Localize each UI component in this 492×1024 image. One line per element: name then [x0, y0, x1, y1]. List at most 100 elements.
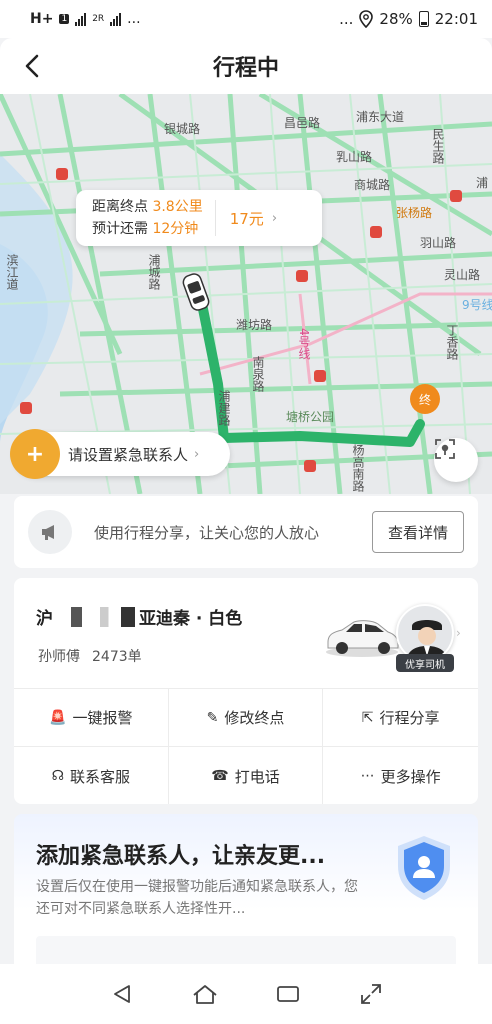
network-type: H+: [30, 11, 54, 27]
status-dots-left: ...: [127, 11, 141, 27]
edit-destination-label: 修改终点: [224, 709, 285, 727]
trip-share-text: 使用行程分享，让关心您的人放心: [94, 523, 320, 542]
driver-name: 孙师傅: [38, 649, 80, 665]
home-icon: [192, 985, 217, 1004]
view-details-button[interactable]: 查看详情: [372, 511, 464, 553]
sim2-label: 2R: [92, 14, 105, 24]
shield-plus-icon: +: [10, 429, 60, 479]
destination-marker: 终: [410, 384, 440, 414]
status-right: ... 28% 22:01: [339, 10, 478, 28]
shield-user-icon: [398, 836, 450, 900]
map-label-nanquan: 南泉路: [251, 356, 265, 392]
car-image: [326, 620, 399, 657]
back-button[interactable]: [14, 50, 50, 82]
distance-prefix: 距离终点: [92, 199, 148, 215]
driver-info: 孙师傅 2473单: [38, 646, 142, 666]
triangle-back-icon: [113, 985, 130, 1003]
vehicle-info[interactable]: 沪 亚迪秦 · 白色: [36, 604, 242, 629]
signal-icon-2: [110, 12, 122, 26]
nav-recents-button[interactable]: [268, 974, 308, 1014]
map-label-minshenglu: 民生路: [431, 128, 445, 164]
map-label-bin: 滨江道: [5, 254, 19, 290]
map-label-line9: 9号线: [462, 298, 492, 312]
info-divider: [214, 200, 216, 236]
plate-redacted: [57, 606, 135, 627]
trip-share-label: 行程分享: [379, 709, 440, 727]
time-value: 12分钟: [152, 221, 199, 237]
pencil-icon: ✎: [206, 709, 219, 726]
emergency-contact-card: 添加紧急联系人，让亲友更... 设置后仅在使用一键报警功能后通知紧急联系人，您还…: [14, 814, 478, 974]
map-label-yanggao: 杨高南路: [351, 444, 365, 492]
trip-share-banner: 使用行程分享，让关心您的人放心 查看详情: [14, 496, 478, 568]
call-label: 打电话: [234, 767, 280, 786]
sim1-label: 1: [59, 14, 70, 24]
alarm-button[interactable]: 🚨 一键报警: [14, 689, 169, 747]
alarm-label: 一键报警: [72, 709, 133, 727]
plate-prefix: 沪: [36, 609, 53, 629]
distance-row: 距离终点 3.8公里: [92, 196, 203, 218]
chevron-right-icon: ›: [456, 626, 461, 640]
phone-icon: ☎: [211, 768, 229, 784]
signal-icon: [75, 12, 87, 26]
battery-percent: 28%: [379, 10, 413, 28]
page-title: 行程中: [212, 56, 279, 81]
customer-service-label: 联系客服: [70, 767, 131, 786]
map-view[interactable]: 银城路 昌邑路 浦东大道 民生路 乳山路 商城路 张杨路 羽山路 灵山路 9号线…: [0, 94, 492, 494]
chevron-right-icon: ›: [271, 210, 278, 226]
alarm-icon: 🚨: [49, 709, 67, 726]
status-bar: H+ 1 2R ... ... 28% 22:01: [0, 0, 492, 38]
contact-card-desc: 设置后仅在使用一键报警功能后通知紧急联系人，您还可对不同紧急联系人选择性开...: [36, 879, 358, 917]
map-label-changyilu: 昌邑路: [284, 116, 321, 130]
map-label-lingshan: 灵山路: [444, 268, 481, 282]
more-actions-button[interactable]: ⋯ 更多操作: [323, 747, 478, 804]
vehicle-model: 亚迪秦 · 白色: [139, 609, 243, 629]
emergency-contact-pill[interactable]: + 请设置紧急联系人 ›: [10, 429, 230, 479]
recents-icon: [276, 986, 299, 1002]
more-actions-label: 更多操作: [380, 767, 441, 786]
chevron-right-icon: ›: [194, 446, 200, 462]
customer-service-button[interactable]: ☊ 联系客服: [14, 747, 169, 804]
page-header: 行程中: [0, 38, 492, 94]
call-button[interactable]: ☎ 打电话: [169, 747, 324, 804]
map-label-pudongdadao: 浦东大道: [356, 110, 405, 124]
map-label-pucheng: 浦城路: [147, 254, 161, 290]
trip-share-button[interactable]: ⇱ 行程分享: [323, 689, 478, 747]
map-label-zhangyanglu: 张杨路: [396, 206, 433, 220]
battery-icon: [418, 11, 429, 27]
edit-destination-button[interactable]: ✎ 修改终点: [168, 689, 324, 747]
share-icon: ⇱: [361, 709, 374, 726]
clock: 22:01: [434, 10, 478, 28]
locate-icon: [435, 439, 455, 459]
map-label-weifanglu: 潍坊路: [236, 318, 273, 332]
time-prefix: 预计还需: [92, 221, 148, 237]
map-label-shangchenglu: 商城路: [354, 178, 391, 192]
trip-info-bubble[interactable]: 距离终点 3.8公里 预计还需 12分钟 17元 ›: [76, 190, 322, 246]
contact-card-title: 添加紧急联系人，让亲友更...: [36, 844, 326, 869]
driver-badge: 优享司机: [396, 654, 454, 672]
location-icon: [359, 10, 374, 28]
nav-back-button[interactable]: [102, 974, 142, 1014]
map-label-dingxiang: 丁香路: [445, 324, 459, 360]
locate-button[interactable]: [434, 438, 478, 482]
action-grid: 🚨 一键报警 ✎ 修改终点 ⇱ 行程分享 ☊ 联系客服 ☎ 打电话 ⋯ 更多操作: [14, 688, 478, 804]
map-label-rushanlu: 乳山路: [336, 150, 373, 164]
expand-icon: [360, 984, 381, 1004]
map-label-line4: 4号线: [297, 328, 311, 360]
time-row: 预计还需 12分钟: [92, 218, 203, 240]
map-label-pujian: 浦建路: [217, 390, 231, 426]
status-dots-right: ...: [339, 10, 354, 28]
driver-orders: 2473单: [92, 649, 142, 665]
distance-value: 3.8公里: [152, 199, 203, 215]
nav-home-button[interactable]: [185, 974, 225, 1014]
more-icon: ⋯: [360, 768, 375, 784]
chevron-left-icon: [25, 54, 39, 78]
system-nav-bar: [0, 964, 492, 1024]
nav-expand-button[interactable]: [351, 974, 391, 1014]
emergency-contact-label: 请设置紧急联系人: [68, 445, 189, 464]
headset-icon: ☊: [51, 768, 65, 784]
status-left: H+ 1 2R ...: [30, 11, 141, 27]
map-label-yinchenglu: 银城路: [164, 122, 201, 136]
fare-value: 17元: [229, 209, 264, 228]
map-label-hui: 浦: [476, 176, 489, 190]
trip-info-rows: 距离终点 3.8公里 预计还需 12分钟: [76, 196, 203, 240]
